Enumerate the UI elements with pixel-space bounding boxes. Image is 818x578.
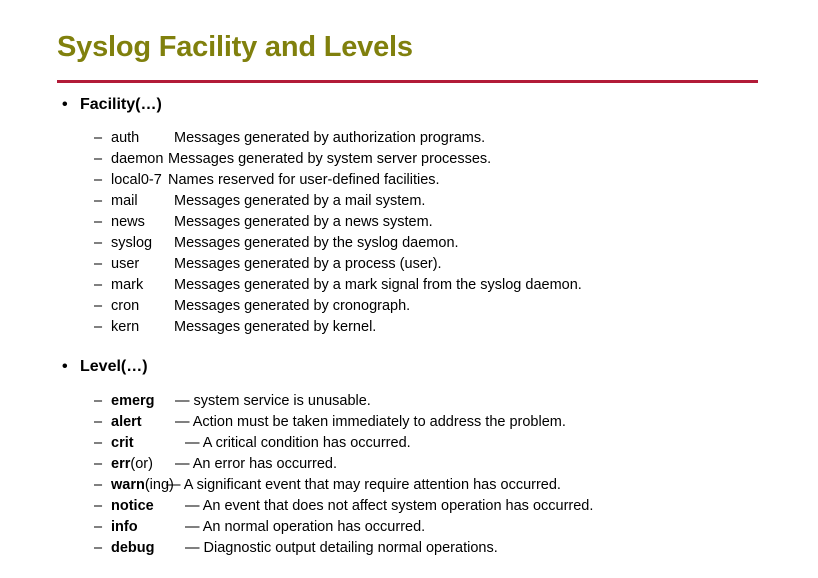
dash-icon: – — [94, 498, 103, 514]
list-item: – warn(ing) — A significant event that m… — [0, 475, 818, 496]
list-item: – local0-7 Names reserved for user-defin… — [0, 170, 818, 191]
level-term-label: warn — [111, 477, 145, 493]
facility-term: mail — [111, 193, 138, 209]
level-heading: • Level(…) — [0, 355, 818, 379]
facility-term: syslog — [111, 235, 153, 251]
bullet-icon: • — [62, 358, 68, 375]
facility-description: Messages generated by a mail system. — [174, 193, 426, 209]
list-item: – crit — A critical condition has occurr… — [0, 433, 818, 454]
level-description: — system service is unusable. — [175, 393, 371, 409]
level-term: emerg — [111, 391, 155, 412]
dash-icon: – — [94, 256, 103, 272]
level-description: — An event that does not affect system o… — [185, 498, 594, 514]
level-term-label: err — [111, 456, 131, 472]
level-term-label: alert — [111, 414, 142, 430]
facility-term: cron — [111, 298, 140, 314]
list-item: – debug — Diagnostic output detailing no… — [0, 538, 818, 559]
title-divider — [57, 80, 758, 83]
level-term: notice — [111, 496, 154, 517]
dash-icon: – — [94, 193, 103, 209]
level-description: — A significant event that may require a… — [166, 477, 561, 493]
facility-term: mark — [111, 277, 144, 293]
level-list: – emerg — system service is unusable. – … — [0, 391, 818, 559]
dash-icon: – — [94, 519, 103, 535]
level-section: • Level(…) – emerg — system service is u… — [0, 355, 818, 559]
dash-icon: – — [94, 414, 103, 430]
level-term: info — [111, 517, 138, 538]
level-term-label: debug — [111, 540, 155, 556]
dash-icon: – — [94, 235, 103, 251]
facility-description: Messages generated by system server proc… — [168, 151, 492, 167]
facility-term: auth — [111, 130, 140, 146]
facility-term: local0-7 — [111, 172, 162, 188]
facility-description: Messages generated by cronograph. — [174, 298, 411, 314]
list-item: – alert — Action must be taken immediate… — [0, 412, 818, 433]
facility-term: news — [111, 214, 145, 230]
list-item: – syslog Messages generated by the syslo… — [0, 233, 818, 254]
dash-icon: – — [94, 393, 103, 409]
level-term: debug — [111, 538, 155, 559]
dash-icon: – — [94, 277, 103, 293]
facility-description: Names reserved for user-defined faciliti… — [168, 172, 440, 188]
level-description: — A critical condition has occurred. — [185, 435, 411, 451]
level-term: crit — [111, 433, 134, 454]
facility-description: Messages generated by a mark signal from… — [174, 277, 582, 293]
level-term: alert — [111, 412, 142, 433]
facility-heading: • Facility(…) — [0, 93, 818, 117]
list-item: – err(or) — An error has occurred. — [0, 454, 818, 475]
level-term: err(or) — [111, 454, 153, 475]
list-item: – notice — An event that does not affect… — [0, 496, 818, 517]
dash-icon: – — [94, 172, 103, 188]
list-item: – user Messages generated by a process (… — [0, 254, 818, 275]
dash-icon: – — [94, 214, 103, 230]
level-term-label: emerg — [111, 393, 155, 409]
list-item: – mail Messages generated by a mail syst… — [0, 191, 818, 212]
list-item: – news Messages generated by a news syst… — [0, 212, 818, 233]
dash-icon: – — [94, 298, 103, 314]
facility-term: user — [111, 256, 140, 272]
level-term-label: info — [111, 519, 138, 535]
dash-icon: – — [94, 319, 103, 335]
facility-description: Messages generated by authorization prog… — [174, 130, 486, 146]
facility-description: Messages generated by kernel. — [174, 319, 377, 335]
list-item: – cron Messages generated by cronograph. — [0, 296, 818, 317]
list-item: – daemon Messages generated by system se… — [0, 149, 818, 170]
facility-description: Messages generated by a process (user). — [174, 256, 442, 272]
facility-heading-label: Facility(…) — [80, 96, 162, 113]
page-title: Syslog Facility and Levels — [57, 31, 413, 63]
list-item: – mark Messages generated by a mark sign… — [0, 275, 818, 296]
dash-icon: – — [94, 540, 103, 556]
facility-term: kern — [111, 319, 140, 335]
facility-description: Messages generated by a news system. — [174, 214, 433, 230]
list-item: – info — An normal operation has occurre… — [0, 517, 818, 538]
level-description: — An normal operation has occurred. — [185, 519, 426, 535]
level-term: warn(ing) — [111, 475, 174, 496]
level-term-suffix: (or) — [130, 456, 153, 472]
dash-icon: – — [94, 130, 103, 146]
dash-icon: – — [94, 435, 103, 451]
facility-section: • Facility(…) – auth Messages generated … — [0, 93, 818, 338]
level-description: — Diagnostic output detailing normal ope… — [185, 540, 498, 556]
list-item: – kern Messages generated by kernel. — [0, 317, 818, 338]
facility-list: – auth Messages generated by authorizati… — [0, 128, 818, 338]
dash-icon: – — [94, 456, 103, 472]
level-description: — An error has occurred. — [175, 456, 337, 472]
facility-term: daemon — [111, 151, 164, 167]
facility-description: Messages generated by the syslog daemon. — [174, 235, 459, 251]
list-item: – emerg — system service is unusable. — [0, 391, 818, 412]
list-item: – auth Messages generated by authorizati… — [0, 128, 818, 149]
level-description: — Action must be taken immediately to ad… — [175, 414, 566, 430]
dash-icon: – — [94, 151, 103, 167]
level-term-label: crit — [111, 435, 134, 451]
bullet-icon: • — [62, 96, 68, 113]
dash-icon: – — [94, 477, 103, 493]
level-heading-label: Level(…) — [80, 358, 148, 375]
level-term-label: notice — [111, 498, 154, 514]
slide-body: • Facility(…) – auth Messages generated … — [0, 93, 818, 559]
